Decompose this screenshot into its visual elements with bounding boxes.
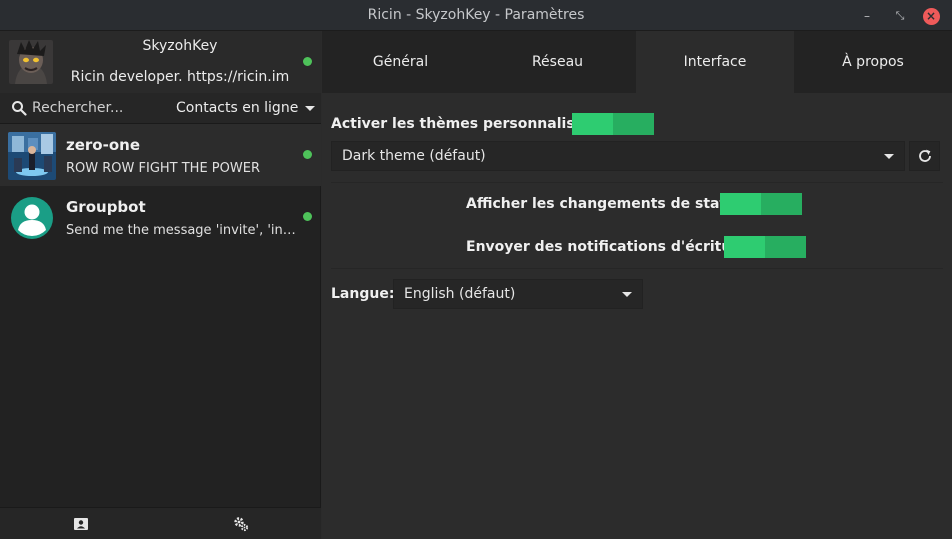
settings-gears-icon — [234, 517, 249, 532]
settings-button[interactable] — [231, 514, 251, 534]
divider — [331, 182, 943, 183]
contact-name: zero-one — [66, 136, 140, 154]
contact-name: Groupbot — [66, 198, 146, 216]
switch-knob — [572, 113, 613, 135]
profile-header: SkyzohKey Ricin developer. https://ricin… — [0, 31, 321, 93]
online-status-indicator[interactable] — [303, 57, 312, 66]
chevron-down-icon — [305, 105, 316, 111]
status-changes-label: Afficher les changements de statut ? — [466, 196, 756, 212]
contact-online-indicator — [303, 150, 312, 159]
contact-status-message: ROW ROW FIGHT THE POWER — [66, 161, 260, 176]
profile-name[interactable]: SkyzohKey — [60, 38, 300, 54]
status-changes-switch[interactable] — [720, 193, 802, 215]
switch-knob — [720, 193, 761, 215]
window-title: Ricin - SkyzohKey - Paramètres — [367, 7, 585, 23]
tab-general[interactable]: Général — [322, 31, 479, 93]
language-label: Langue: — [331, 286, 395, 302]
custom-themes-label: Activer les thèmes personnalisés ? — [331, 116, 606, 132]
search-input[interactable] — [32, 97, 162, 119]
profile-button[interactable] — [71, 514, 91, 534]
search-bar: Contacts en ligne — [0, 93, 321, 124]
divider — [331, 268, 943, 269]
minimize-icon: – — [864, 9, 870, 23]
maximize-button[interactable]: ⤡ — [890, 6, 910, 26]
typing-notifications-label: Envoyer des notifications d'écriture ? — [466, 239, 761, 255]
contact-online-indicator — [303, 212, 312, 221]
custom-themes-switch[interactable] — [572, 113, 654, 135]
tab-about[interactable]: À propos — [794, 31, 952, 93]
chevron-down-icon — [884, 154, 894, 159]
contact-card-icon — [74, 518, 88, 530]
search-icon — [12, 101, 27, 116]
maximize-icon: ⤡ — [895, 9, 905, 22]
filter-label: Contacts en ligne — [176, 100, 299, 116]
language-select-value: English (défaut) — [404, 286, 516, 302]
contact-status-message: Send me the message 'invite', 'info', 'h… — [66, 223, 298, 238]
settings-tabs: Général Réseau Interface À propos — [322, 31, 952, 93]
sidebar-toolbar — [0, 507, 321, 539]
sidebar: SkyzohKey Ricin developer. https://ricin… — [0, 31, 321, 539]
contacts-filter-dropdown[interactable]: Contacts en ligne — [176, 93, 316, 124]
switch-knob — [724, 236, 765, 258]
tab-interface[interactable]: Interface — [636, 31, 794, 93]
contact-avatar — [8, 194, 56, 242]
contact-item[interactable]: Groupbot Send me the message 'invite', '… — [0, 186, 321, 248]
interface-settings-panel: Activer les thèmes personnalisés ? Dark … — [322, 93, 952, 539]
refresh-icon — [918, 149, 931, 162]
chevron-down-icon — [622, 292, 632, 297]
reload-theme-button[interactable] — [909, 141, 940, 171]
title-bar: Ricin - SkyzohKey - Paramètres – ⤡ × — [0, 0, 952, 31]
language-select[interactable]: English (défaut) — [393, 279, 643, 309]
typing-notifications-switch[interactable] — [724, 236, 806, 258]
profile-status-message[interactable]: Ricin developer. https://ricin.im — [60, 69, 300, 85]
close-button[interactable]: × — [921, 6, 941, 26]
theme-select[interactable]: Dark theme (défaut) — [331, 141, 905, 171]
avatar[interactable] — [9, 40, 53, 84]
minimize-button[interactable]: – — [857, 6, 877, 26]
close-icon: × — [922, 7, 940, 25]
tab-network[interactable]: Réseau — [479, 31, 636, 93]
contact-avatar — [8, 132, 56, 180]
contact-item[interactable]: zero-one ROW ROW FIGHT THE POWER — [0, 124, 321, 186]
theme-select-value: Dark theme (défaut) — [342, 148, 486, 164]
